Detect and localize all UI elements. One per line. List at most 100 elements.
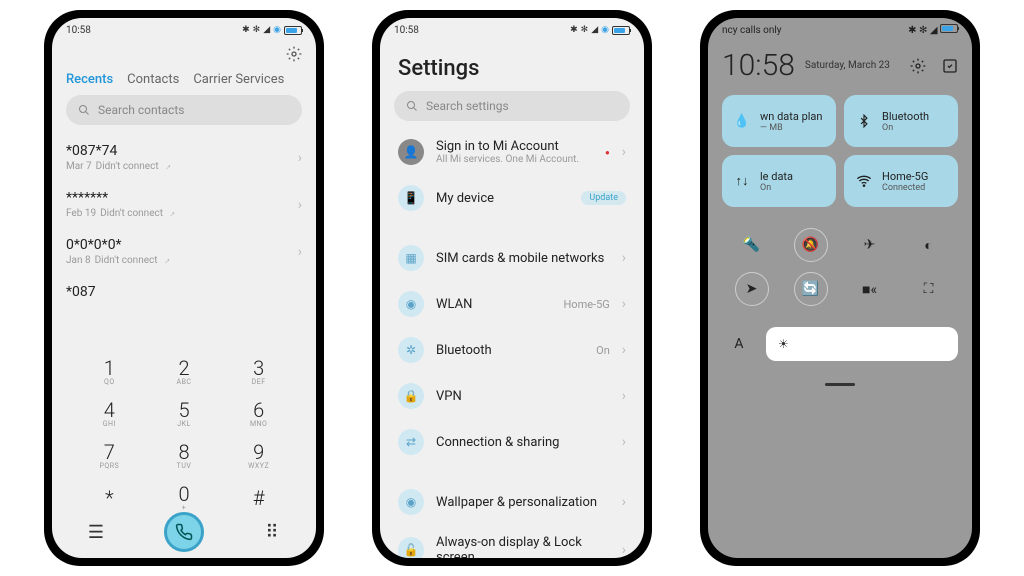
settings-connection[interactable]: ⇄ Connection & sharing › <box>394 419 630 465</box>
vpn-icon: 🔒 <box>398 383 424 409</box>
chevron-right-icon[interactable]: › <box>298 150 302 166</box>
settings-bluetooth[interactable]: ✲ Bluetooth On › <box>394 327 630 373</box>
call-item[interactable]: ******* Feb 19 Didn't connect → › <box>66 180 302 227</box>
topbar <box>52 40 316 68</box>
cc-toggles: 🔦 🔕 ✈ ◐ ➤ 🔄 ■« ⛶ <box>708 207 972 319</box>
toggle-mute[interactable]: 🔕 <box>781 223 840 267</box>
tile-bluetooth[interactable]: BluetoothOn <box>844 95 958 147</box>
chevron-right-icon: › <box>622 144 626 160</box>
settings-account[interactable]: 👤 Sign in to Mi Account All Mi services.… <box>394 129 630 175</box>
key-4[interactable]: 4GHI <box>72 392 147 434</box>
tile-mobile-data[interactable]: ↑↓ le dataOn <box>722 155 836 207</box>
call-number: *087 <box>66 284 302 300</box>
carrier-label: ncy calls only <box>722 25 782 36</box>
key-8[interactable]: 8TUV <box>147 434 222 476</box>
phone-settings: 10:58 ✱ ✻ ◢ ◉ Settings Search settings 👤… <box>372 10 652 566</box>
key-2[interactable]: 2ABC <box>147 350 222 392</box>
settings-device[interactable]: 📱 My device Update <box>394 175 630 221</box>
status-time: 10:58 <box>394 25 419 36</box>
tabs: Recents Contacts Carrier Services <box>52 68 316 95</box>
call-button[interactable] <box>164 512 204 552</box>
menu-icon[interactable]: ☰ <box>76 522 116 543</box>
key-6[interactable]: 6MNO <box>221 392 296 434</box>
toggle-rotate[interactable]: 🔄 <box>781 267 840 311</box>
drag-handle[interactable] <box>825 383 855 386</box>
settings-vpn[interactable]: 🔒 VPN › <box>394 373 630 419</box>
tab-recents[interactable]: Recents <box>66 72 113 87</box>
call-log: *087*74 Mar 7 Didn't connect → › *******… <box>52 133 316 308</box>
settings-wallpaper[interactable]: ◉ Wallpaper & personalization › <box>394 479 630 525</box>
apps-icon[interactable]: ⠿ <box>252 522 292 543</box>
call-item[interactable]: *087 <box>66 274 302 308</box>
cc-time: 10:58 <box>722 48 795 83</box>
call-item[interactable]: 0*0*0*0* Jan 8 Didn't connect → › <box>66 227 302 274</box>
status-icons: ✱ ✻ ◢ <box>908 24 958 36</box>
tab-carrier[interactable]: Carrier Services <box>193 72 284 87</box>
toggle-dark[interactable]: ◐ <box>899 223 958 267</box>
phone-control-center: ncy calls only ✱ ✻ ◢ 10:58 Saturday, Mar… <box>700 10 980 566</box>
outgoing-icon: → <box>160 159 174 173</box>
chevron-right-icon: › <box>622 494 626 510</box>
bluetooth-icon <box>854 111 874 131</box>
search-placeholder: Search contacts <box>98 103 184 117</box>
signal-icon: ◢ <box>591 25 598 35</box>
brightness-slider[interactable]: ☀ <box>766 327 958 361</box>
chevron-right-icon: › <box>622 296 626 312</box>
toggle-video[interactable]: ■« <box>840 267 899 311</box>
settings-icon[interactable] <box>910 58 926 74</box>
battery-icon <box>612 26 630 35</box>
toggle-airplane[interactable]: ✈ <box>840 223 899 267</box>
settings-wlan[interactable]: ◉ WLAN Home-5G › <box>394 281 630 327</box>
cc-header: 10:58 Saturday, March 23 <box>708 40 972 95</box>
status-icons: ✱ ✻ ◢ ◉ <box>242 25 302 35</box>
data-icon: ↑↓ <box>732 171 752 191</box>
key-7[interactable]: 7PQRS <box>72 434 147 476</box>
toggle-location[interactable]: ➤ <box>722 267 781 311</box>
chevron-right-icon[interactable]: › <box>298 244 302 260</box>
settings-icon[interactable] <box>286 46 302 62</box>
bluetooth-icon: ✱ <box>242 25 250 35</box>
wifi-icon <box>854 171 874 191</box>
bluetooth-icon: ✲ <box>398 337 424 363</box>
wifi-icon: ◉ <box>273 25 281 35</box>
settings-sim[interactable]: ▦ SIM cards & mobile networks › <box>394 235 630 281</box>
signal-icon: ◢ <box>930 25 938 36</box>
settings-aod[interactable]: 🔓 Always-on display & Lock screen › <box>394 525 630 558</box>
call-item[interactable]: *087*74 Mar 7 Didn't connect → › <box>66 133 302 180</box>
chevron-right-icon[interactable]: › <box>298 197 302 213</box>
status-bar: ncy calls only ✱ ✻ ◢ <box>708 18 972 40</box>
dnd-icon: ✻ <box>919 25 927 36</box>
bluetooth-icon: ✱ <box>908 25 916 36</box>
toggle-flashlight[interactable]: 🔦 <box>722 223 781 267</box>
tab-contacts[interactable]: Contacts <box>127 72 179 87</box>
wallpaper-icon: ◉ <box>398 489 424 515</box>
edit-icon[interactable] <box>942 58 958 74</box>
search-icon <box>78 104 90 116</box>
brightness-icon: ☀ <box>778 337 789 351</box>
font-icon[interactable]: A <box>722 336 756 352</box>
call-number: ******* <box>66 190 298 206</box>
settings-screen: 10:58 ✱ ✻ ◢ ◉ Settings Search settings 👤… <box>380 18 644 558</box>
key-5[interactable]: 5JKL <box>147 392 222 434</box>
bottom-bar: ☰ ⠿ <box>52 512 316 552</box>
dnd-icon: ✻ <box>581 25 589 35</box>
search-contacts[interactable]: Search contacts <box>66 95 302 125</box>
search-settings[interactable]: Search settings <box>394 91 630 121</box>
dialer-screen: 10:58 ✱ ✻ ◢ ◉ Recents Contacts Carrier S… <box>52 18 316 558</box>
toggle-scan[interactable]: ⛶ <box>899 267 958 311</box>
status-icons: ✱ ✻ ◢ ◉ <box>570 25 630 35</box>
tile-data-plan[interactable]: 💧 wn data plan— MB <box>722 95 836 147</box>
update-badge: Update <box>581 191 626 205</box>
chevron-right-icon: › <box>622 250 626 266</box>
lock-icon: 🔓 <box>398 537 424 558</box>
tile-wifi[interactable]: Home-5GConnected <box>844 155 958 207</box>
dnd-icon: ✻ <box>253 25 261 35</box>
key-1[interactable]: 1QO <box>72 350 147 392</box>
settings-list: 👤 Sign in to Mi Account All Mi services.… <box>380 129 644 558</box>
key-9[interactable]: 9WXYZ <box>221 434 296 476</box>
page-title: Settings <box>380 40 644 91</box>
key-3[interactable]: 3DEF <box>221 350 296 392</box>
wifi-icon: ◉ <box>398 291 424 317</box>
chevron-right-icon: › <box>622 388 626 404</box>
search-placeholder: Search settings <box>426 99 509 113</box>
